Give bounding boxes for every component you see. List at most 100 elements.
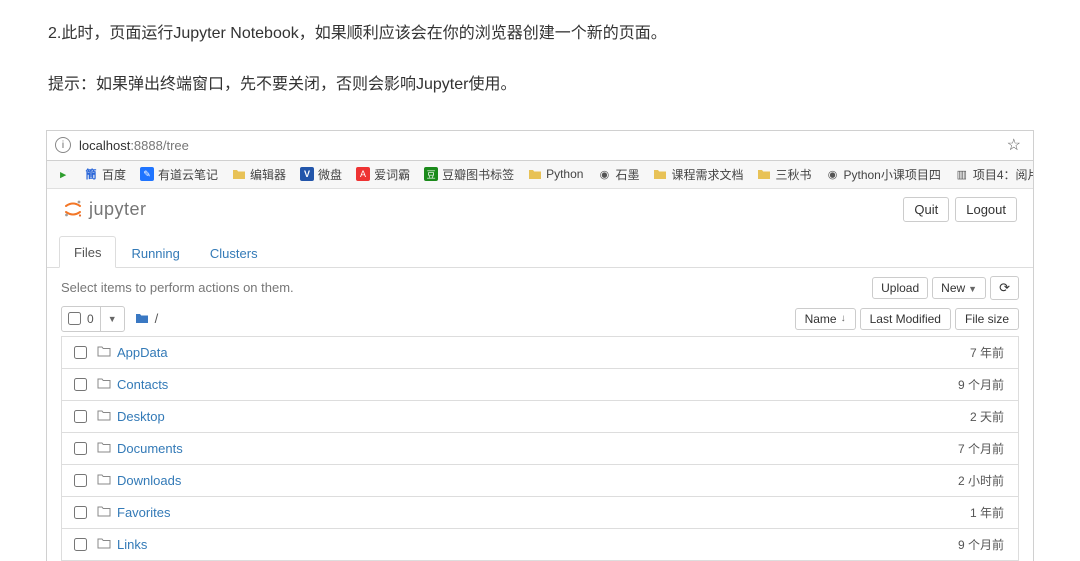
file-name[interactable]: Links <box>117 537 147 552</box>
refresh-button[interactable]: ⟳ <box>990 276 1019 300</box>
bookmark-label: 豆瓣图书标签 <box>442 166 514 183</box>
refresh-icon: ⟳ <box>999 280 1010 295</box>
address-bar: i localhost:8888/tree ☆ <box>47 131 1033 161</box>
bookmark-item[interactable]: ▥项目4：阅片无数·智 <box>952 164 1033 185</box>
file-modified: 2 天前 <box>930 408 1010 425</box>
bookmark-item[interactable]: Python <box>525 165 586 183</box>
file-checkbox[interactable] <box>74 378 87 391</box>
file-checkbox[interactable] <box>74 506 87 519</box>
sort-name-label: Name <box>805 312 837 326</box>
bookmark-label: 课程需求文档 <box>671 166 743 183</box>
bookmark-label: 有道云笔记 <box>158 166 218 183</box>
folder-icon <box>97 409 111 424</box>
bookmark-item[interactable]: V微盘 <box>297 164 345 185</box>
bookmark-item[interactable]: 三秋书 <box>754 164 814 185</box>
select-dropdown-icon[interactable]: ▼ <box>100 307 124 331</box>
bookmark-label: Python小课项目四 <box>844 166 941 183</box>
tab-running[interactable]: Running <box>116 237 194 268</box>
file-row[interactable]: Downloads 2 小时前 <box>61 465 1019 497</box>
bookmark-item[interactable]: 编辑器 <box>229 164 289 185</box>
doc-tip-text: 提示：如果弹出终端窗口，先不要关闭，否则会影响Jupyter使用。 <box>48 71 1032 100</box>
bookmark-item[interactable]: ▸ <box>53 165 73 183</box>
bookmark-label: 石墨 <box>615 166 639 183</box>
folder-icon <box>97 473 111 488</box>
tab-files[interactable]: Files <box>59 236 116 268</box>
bookmark-item[interactable]: ✎有道云笔记 <box>137 164 221 185</box>
new-button-label: New <box>941 281 965 295</box>
file-modified: 2 小时前 <box>930 472 1010 489</box>
select-count: 0 <box>87 312 100 326</box>
file-modified: 7 个月前 <box>930 440 1010 457</box>
bookmark-label: 微盘 <box>318 166 342 183</box>
file-modified: 9 个月前 <box>930 376 1010 393</box>
file-checkbox[interactable] <box>74 538 87 551</box>
upload-button[interactable]: Upload <box>872 277 928 299</box>
logout-button[interactable]: Logout <box>955 197 1017 222</box>
site-info-icon[interactable]: i <box>55 137 71 153</box>
file-row[interactable]: Favorites 1 年前 <box>61 497 1019 529</box>
bookmark-item[interactable]: 课程需求文档 <box>650 164 746 185</box>
file-checkbox[interactable] <box>74 410 87 423</box>
file-name[interactable]: Desktop <box>117 409 165 424</box>
tab-clusters[interactable]: Clusters <box>195 237 273 268</box>
quit-button[interactable]: Quit <box>903 197 949 222</box>
doc-step-text: 2.此时，页面运行Jupyter Notebook，如果顺利应该会在你的浏览器创… <box>48 20 1032 49</box>
file-modified: 7 年前 <box>930 344 1010 361</box>
toolbar-row: Select items to perform actions on them.… <box>47 268 1033 306</box>
sort-size-button[interactable]: File size <box>955 308 1019 330</box>
bookmark-label: 百度 <box>102 166 126 183</box>
bookmark-item[interactable]: 簡百度 <box>81 164 129 185</box>
bookmark-item[interactable]: 豆豆瓣图书标签 <box>421 164 517 185</box>
url-text[interactable]: localhost:8888/tree <box>79 138 1003 153</box>
new-button[interactable]: New▼ <box>932 277 986 299</box>
bookmark-item[interactable]: ◉石墨 <box>594 164 642 185</box>
file-row[interactable]: AppData 7 年前 <box>61 337 1019 369</box>
file-modified: 9 个月前 <box>930 536 1010 553</box>
select-all-box[interactable]: 0 ▼ <box>61 306 125 332</box>
folder-icon <box>97 441 111 456</box>
url-host: localhost <box>79 138 130 153</box>
arrow-down-icon: ↓ <box>841 313 846 324</box>
bookmark-item[interactable]: ◉Python小课项目四 <box>823 164 944 185</box>
folder-icon[interactable] <box>135 311 149 327</box>
file-row[interactable]: Contacts 9 个月前 <box>61 369 1019 401</box>
file-row[interactable]: Links 9 个月前 <box>61 529 1019 561</box>
folder-icon <box>97 537 111 552</box>
bookmark-label: 爱词霸 <box>374 166 410 183</box>
file-name[interactable]: AppData <box>117 345 168 360</box>
bookmark-star-icon[interactable]: ☆ <box>1003 135 1025 155</box>
file-name[interactable]: Documents <box>117 441 183 456</box>
select-all-checkbox[interactable] <box>68 312 81 325</box>
breadcrumb-root[interactable]: / <box>155 311 159 326</box>
folder-icon <box>97 377 111 392</box>
file-checkbox[interactable] <box>74 474 87 487</box>
jupyter-header: jupyter Quit Logout <box>47 189 1033 226</box>
folder-icon <box>97 345 111 360</box>
jupyter-brand-text: jupyter <box>89 199 147 220</box>
jupyter-logo[interactable]: jupyter <box>63 199 147 220</box>
browser-frame: i localhost:8888/tree ☆ ▸ 簡百度 ✎有道云笔记 编辑器 V微盘… <box>46 130 1034 561</box>
file-name[interactable]: Favorites <box>117 505 170 520</box>
folder-icon <box>97 505 111 520</box>
file-row[interactable]: Desktop 2 天前 <box>61 401 1019 433</box>
file-name[interactable]: Contacts <box>117 377 168 392</box>
file-row[interactable]: Documents 7 个月前 <box>61 433 1019 465</box>
sort-name-button[interactable]: Name ↓ <box>795 308 856 330</box>
url-rest: :8888/tree <box>130 138 189 153</box>
file-checkbox[interactable] <box>74 442 87 455</box>
breadcrumb-row: 0 ▼ / Name ↓ Last Modified File size <box>47 306 1033 332</box>
bookmarks-bar: ▸ 簡百度 ✎有道云笔记 编辑器 V微盘 A爱词霸豆豆瓣图书标签 Python ◉石墨 课程需求… <box>47 161 1033 189</box>
bookmark-label: Python <box>546 167 583 181</box>
sort-modified-button[interactable]: Last Modified <box>860 308 951 330</box>
file-modified: 1 年前 <box>930 504 1010 521</box>
file-name[interactable]: Downloads <box>117 473 181 488</box>
bookmark-label: 三秋书 <box>775 166 811 183</box>
jupyter-logo-icon <box>63 199 83 219</box>
bookmark-item[interactable]: A爱词霸 <box>353 164 413 185</box>
select-hint: Select items to perform actions on them. <box>61 280 294 295</box>
bookmark-label: 项目4：阅片无数·智 <box>973 166 1033 183</box>
file-checkbox[interactable] <box>74 346 87 359</box>
tabs: Files Running Clusters <box>47 236 1033 268</box>
bookmark-label: 编辑器 <box>250 166 286 183</box>
caret-down-icon: ▼ <box>968 284 977 294</box>
